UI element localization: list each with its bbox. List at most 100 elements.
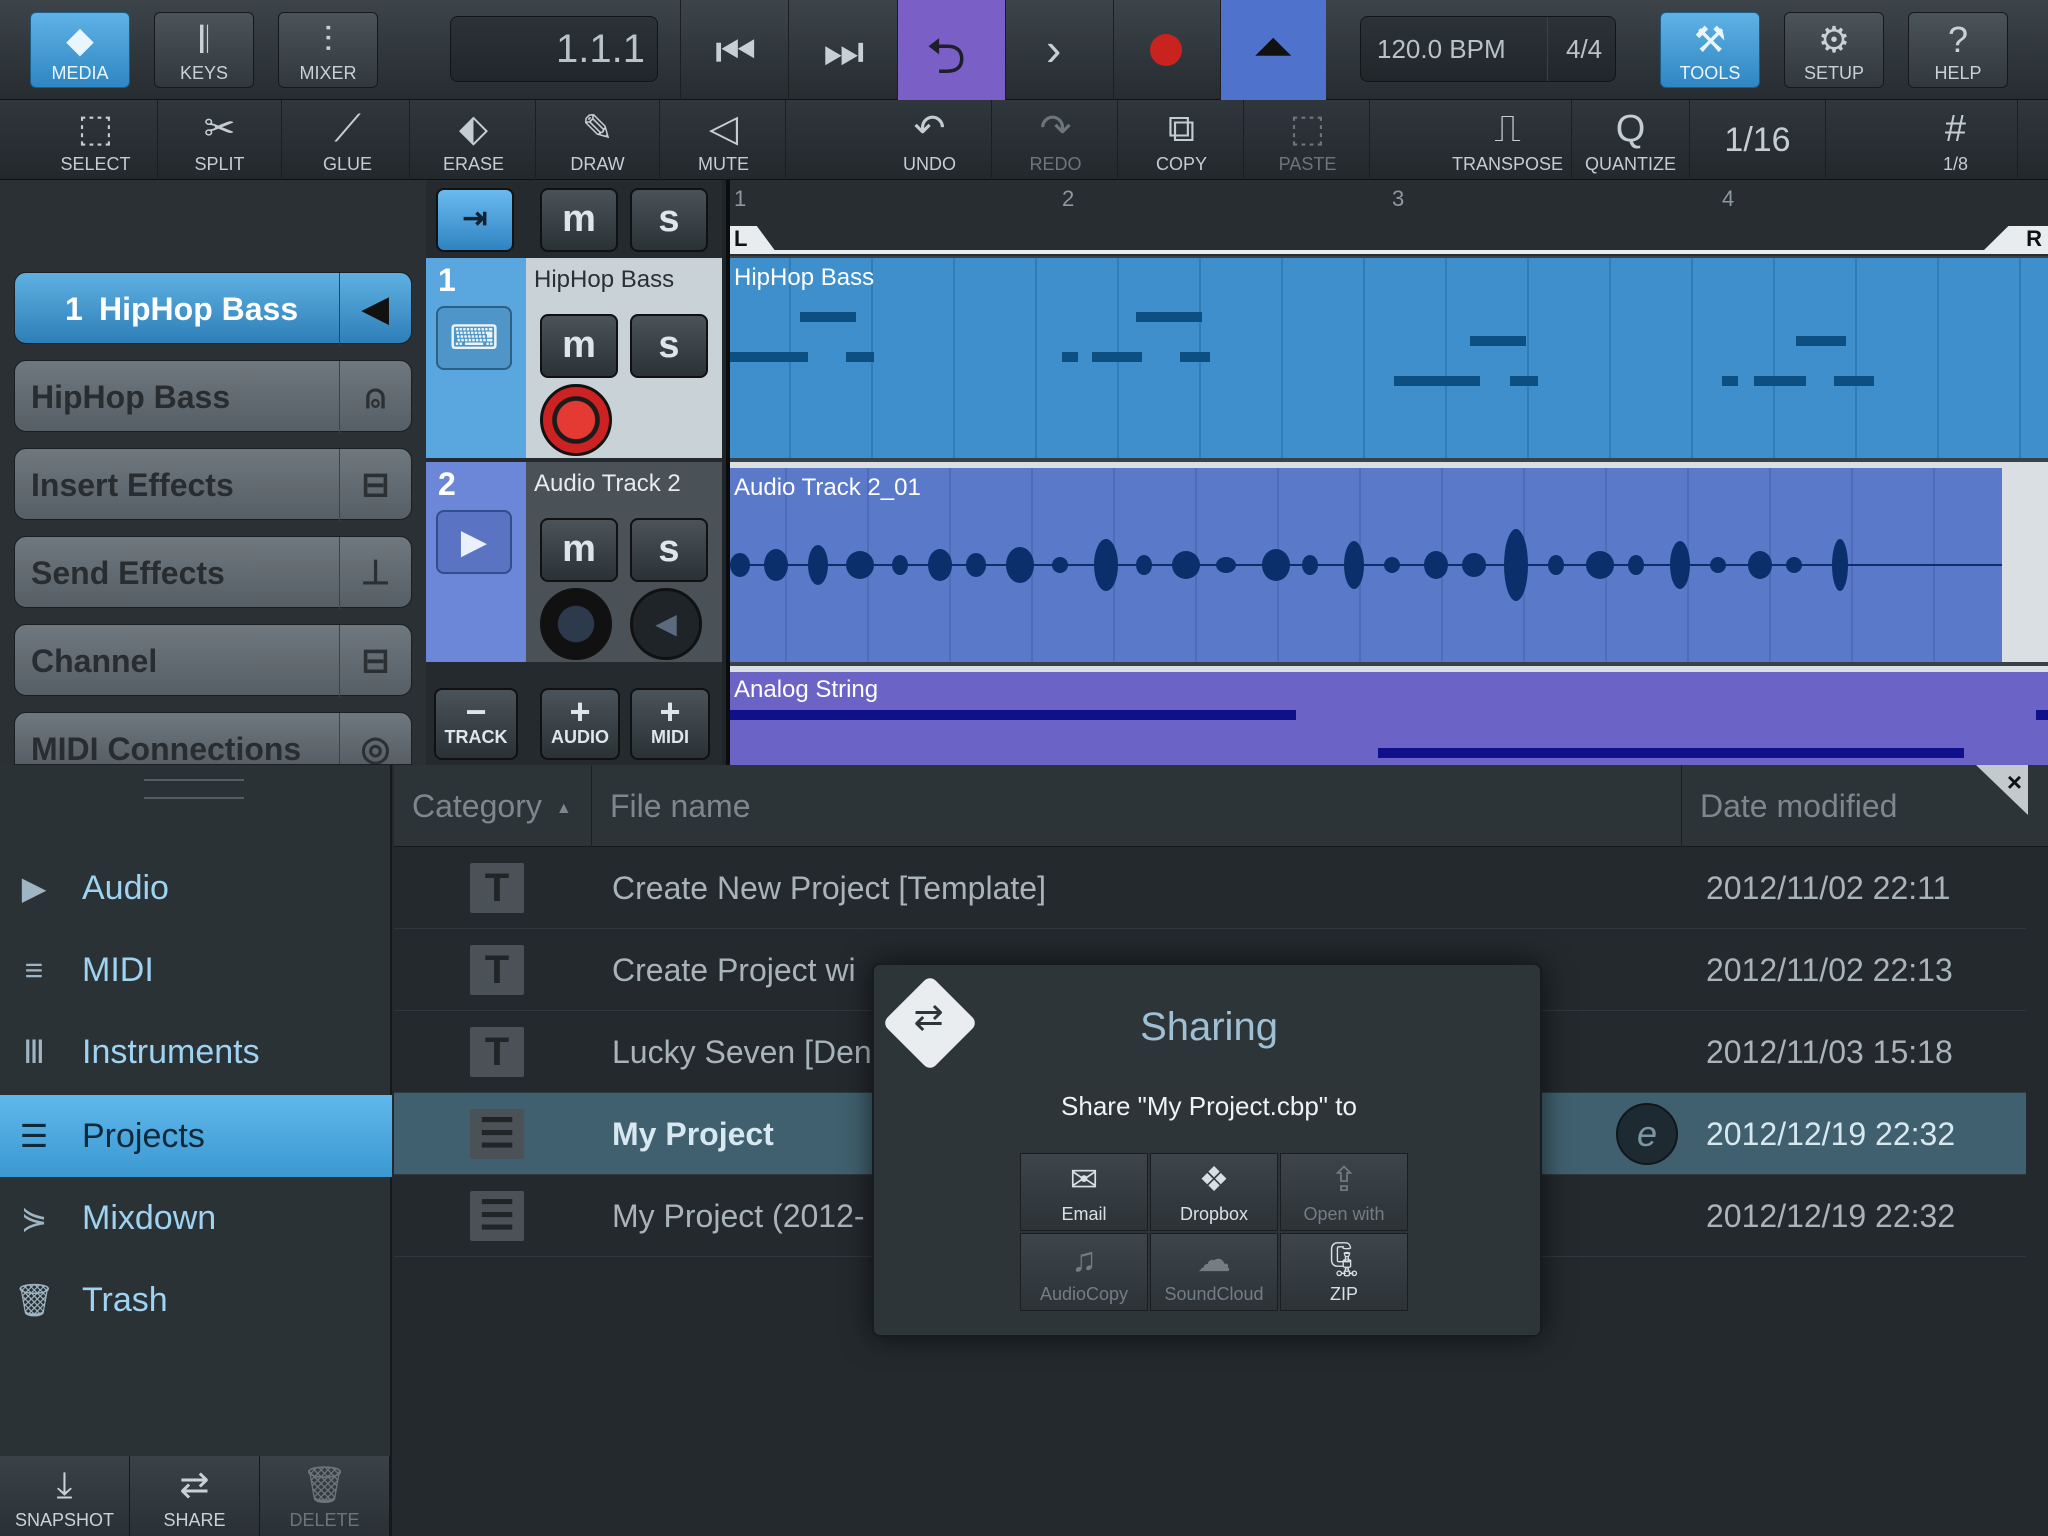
play-button[interactable]: ›	[1005, 0, 1113, 100]
position-display[interactable]: 1.1.1	[450, 16, 658, 82]
remove-track-button[interactable]: − TRACK	[434, 688, 518, 760]
category-trash[interactable]: 🗑 Trash	[0, 1259, 392, 1341]
loop-button[interactable]: ⮌	[897, 0, 1005, 100]
track-1-mute-button[interactable]: m	[540, 314, 618, 378]
audio-track-icon[interactable]: ▶	[436, 510, 512, 574]
column-date-modified[interactable]: Date modified	[1682, 765, 2022, 847]
project-icon: ☰	[470, 1109, 524, 1159]
track-2-solo-button[interactable]: s	[630, 518, 708, 582]
category-instruments[interactable]: Ⅲ Instruments	[0, 1011, 392, 1093]
quantize-value-selector[interactable]: 1/16	[1690, 100, 1826, 180]
add-midi-track-button[interactable]: + MIDI	[630, 688, 710, 760]
file-row[interactable]: T Create New Project [Template] 2012/11/02…	[394, 847, 2026, 929]
track-header-2[interactable]: 2 ▶ Audio Track 2 m s ◀	[426, 462, 722, 662]
metronome-button[interactable]: ⏶	[1220, 0, 1326, 100]
loop-range-bar[interactable]	[726, 250, 2048, 254]
copy-icon: ⧉	[1167, 108, 1196, 150]
share-audiocopy-button[interactable]: ♫ AudioCopy	[1020, 1233, 1148, 1311]
metronome-icon: ⏶	[1253, 19, 1293, 75]
audiocopy-icon: ♫	[1071, 1241, 1097, 1279]
select-icon: ⬚	[77, 108, 114, 150]
grid-button[interactable]: #1/8	[1894, 100, 2018, 180]
draw-tool-button[interactable]: ✎ DRAW	[536, 100, 660, 180]
category-mixdown[interactable]: ⋟ Mixdown	[0, 1177, 392, 1259]
undo-button[interactable]: ↶ UNDO	[868, 100, 992, 180]
audio-part-track2[interactable]: Audio Track 2_01	[730, 468, 2002, 662]
right-locator[interactable]: R	[1982, 226, 2048, 252]
midi-part-hiphop-bass[interactable]: HipHop Bass	[730, 258, 2048, 458]
add-audio-track-button[interactable]: + AUDIO	[540, 688, 620, 760]
category-projects[interactable]: ☰ Projects	[0, 1095, 392, 1177]
setup-button[interactable]: ⚙ SETUP	[1784, 12, 1884, 88]
insert-effects-icon: ⊟	[339, 449, 411, 521]
column-file-name[interactable]: File name	[592, 765, 1682, 847]
split-tool-button[interactable]: ✂ SPLIT	[158, 100, 282, 180]
global-solo-button[interactable]: s	[630, 188, 708, 252]
instrument-keyboard-icon[interactable]: ⌨	[436, 306, 512, 370]
share-dropbox-button[interactable]: ❖ Dropbox	[1150, 1153, 1278, 1231]
mixer-button[interactable]: ⫶ MIXER	[278, 12, 378, 88]
gear-icon: ⚙	[1817, 19, 1851, 60]
paste-button[interactable]: ⬚ PASTE	[1246, 100, 1370, 180]
category-audio[interactable]: ▶ Audio	[0, 847, 392, 929]
tools-button[interactable]: ⚒ TOOLS	[1660, 12, 1760, 88]
instrument-icon: ⍝	[339, 361, 411, 433]
quantize-icon: Q	[1615, 108, 1646, 150]
share-open-with-button[interactable]: ⇪ Open with	[1280, 1153, 1408, 1231]
skip-to-end-button[interactable]: ⏭	[788, 0, 896, 100]
ruler[interactable]: 1 2 3 4 L R	[726, 180, 2048, 256]
redo-icon: ↷	[1039, 108, 1072, 150]
quantize-button[interactable]: Q QUANTIZE	[1572, 100, 1690, 180]
media-button[interactable]: ◆ MEDIA	[30, 12, 130, 88]
tempo-signature-display[interactable]: 120.0 BPM 4/4	[1360, 16, 1616, 82]
inspector-send-effects[interactable]: Send Effects ⊥	[14, 536, 412, 609]
record-button[interactable]	[1113, 0, 1221, 100]
glue-tool-button[interactable]: ⟋ GLUE	[286, 100, 410, 180]
rewind-to-start-button[interactable]: ⏮	[680, 0, 788, 100]
transpose-button[interactable]: ⎍ TRANSPOSE	[1444, 100, 1572, 180]
arrangement-view[interactable]: 1 2 3 4 L R HipHop Bass Audio Track 2_01…	[726, 180, 2048, 765]
sharing-dialog: ⇄ Sharing Share "My Project.cbp" to ✉ Ema…	[872, 963, 1542, 1337]
midi-icon: ≡	[24, 952, 44, 988]
track-1-record-arm-button[interactable]	[540, 384, 612, 456]
share-soundcloud-button[interactable]: ☁ SoundCloud	[1150, 1233, 1278, 1311]
redo-button[interactable]: ↷ REDO	[994, 100, 1118, 180]
left-locator[interactable]: L	[728, 226, 776, 252]
template-icon: T	[470, 1027, 524, 1077]
track-list-toggle-button[interactable]: ⇥	[436, 188, 514, 252]
category-midi[interactable]: ≡ MIDI	[0, 929, 392, 1011]
help-button[interactable]: ? HELP	[1908, 12, 2008, 88]
close-icon: ×	[2006, 767, 2022, 797]
inspector-instrument[interactable]: HipHop Bass ⍝	[14, 360, 412, 433]
erase-tool-button[interactable]: ⬖ ERASE	[412, 100, 536, 180]
play-icon: ▶	[21, 870, 47, 906]
share-email-button[interactable]: ✉ Email	[1020, 1153, 1148, 1231]
drag-handle[interactable]	[144, 779, 244, 799]
keys-button[interactable]: 𝄃 KEYS	[154, 12, 254, 88]
delete-button[interactable]: 🗑 DELETE	[260, 1456, 390, 1536]
browser-column-header: Category ▲ File name Date modified ×	[394, 765, 2048, 847]
global-mute-button[interactable]: m	[540, 188, 618, 252]
track-header-1[interactable]: 1 ⌨ HipHop Bass m s	[426, 258, 722, 458]
audio-waveform	[730, 468, 2002, 662]
inspector-track-header[interactable]: 1 HipHop Bass ◀	[14, 272, 412, 345]
snapshot-button[interactable]: ⤓ SNAPSHOT	[0, 1456, 130, 1536]
inspector-channel[interactable]: Channel ⊟	[14, 624, 412, 697]
mute-tool-button[interactable]: ◁ MUTE	[662, 100, 786, 180]
track-2-monitor-button[interactable]: ◀	[630, 588, 702, 660]
copy-button[interactable]: ⧉ COPY	[1120, 100, 1244, 180]
inspector-midi-connections[interactable]: MIDI Connections ◎	[14, 712, 412, 765]
dropbox-icon: ❖	[1198, 1161, 1230, 1199]
share-button[interactable]: ⇄ SHARE	[130, 1456, 260, 1536]
midi-part-analog-string[interactable]: Analog String	[730, 672, 2048, 765]
select-tool-button[interactable]: ⬚ SELECT	[34, 100, 158, 180]
edit-toolbar: ⬚ SELECT ✂ SPLIT ⟋ GLUE ⬖ ERASE ✎ DRAW ◁ MUTE …	[0, 100, 2048, 180]
inspector-insert-effects[interactable]: Insert Effects ⊟	[14, 448, 412, 521]
edit-badge-icon[interactable]: e	[1616, 1103, 1678, 1165]
track-1-solo-button[interactable]: s	[630, 314, 708, 378]
track-2-mute-button[interactable]: m	[540, 518, 618, 582]
column-category[interactable]: Category ▲	[394, 765, 592, 847]
track-1-number: 1	[438, 262, 456, 298]
share-zip-button[interactable]: 🗜 ZIP	[1280, 1233, 1408, 1311]
track-2-record-arm-button[interactable]	[540, 588, 612, 660]
